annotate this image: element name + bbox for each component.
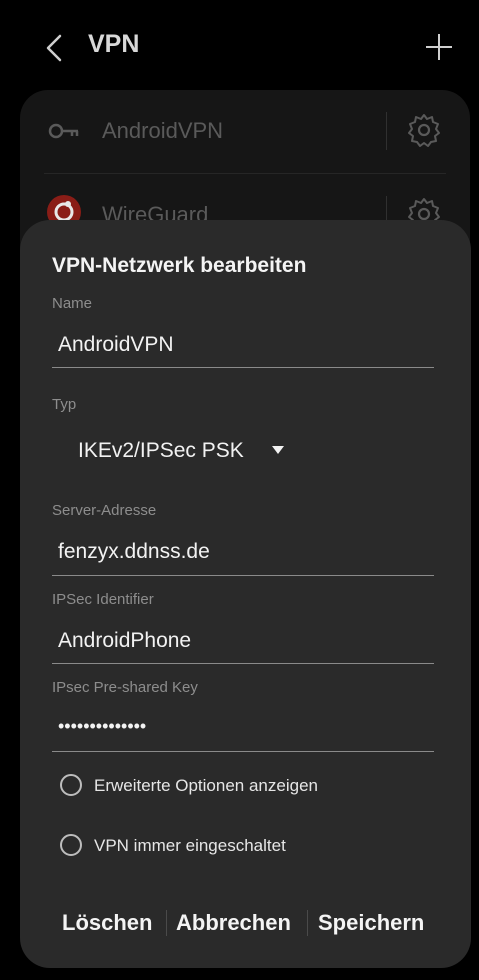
radio-button[interactable] — [60, 834, 82, 856]
type-select[interactable]: IKEv2/IPSec PSK — [78, 439, 244, 463]
server-label: Server-Adresse — [52, 502, 157, 519]
psk-underline — [52, 751, 434, 752]
dropdown-caret-icon[interactable] — [272, 446, 284, 454]
delete-button[interactable]: Löschen — [62, 910, 152, 936]
app-bar: VPN — [0, 0, 479, 100]
name-label: Name — [52, 295, 93, 312]
always-on-vpn-toggle[interactable]: VPN immer eingeschaltet — [60, 832, 420, 862]
dialog-title: VPN-Netzwerk bearbeiten — [52, 254, 307, 277]
back-arrow-icon[interactable] — [40, 30, 70, 66]
vpn-list-item[interactable]: AndroidVPN — [20, 90, 470, 172]
button-divider — [307, 910, 308, 936]
name-underline — [52, 367, 434, 368]
ipsec-identifier-label: IPSec Identifier — [52, 591, 154, 608]
type-label: Typ — [52, 396, 77, 413]
vpn-name: AndroidVPN — [102, 118, 224, 143]
cancel-button[interactable]: Abbrechen — [176, 910, 291, 936]
edit-vpn-dialog: VPN-Netzwerk bearbeiten Name AndroidVPN … — [20, 220, 471, 968]
server-address-field[interactable]: fenzyx.ddnss.de — [58, 540, 210, 564]
gear-icon[interactable] — [406, 112, 442, 148]
divider — [386, 112, 387, 150]
button-divider — [166, 910, 167, 936]
page-title: VPN — [88, 30, 140, 58]
ipsec-identifier-underline — [52, 663, 434, 664]
server-underline — [52, 575, 434, 576]
always-on-vpn-label: VPN immer eingeschaltet — [94, 836, 286, 855]
advanced-options-toggle[interactable]: Erweiterte Optionen anzeigen — [60, 772, 420, 802]
psk-password-field[interactable]: •••••••••••••• — [58, 716, 146, 737]
name-field[interactable]: AndroidVPN — [58, 333, 174, 357]
save-button[interactable]: Speichern — [318, 910, 424, 936]
radio-button[interactable] — [60, 774, 82, 796]
advanced-options-label: Erweiterte Optionen anzeigen — [94, 776, 318, 795]
key-icon — [48, 123, 79, 139]
ipsec-identifier-field[interactable]: AndroidPhone — [58, 629, 191, 653]
add-icon[interactable] — [424, 32, 454, 62]
psk-label: IPsec Pre-shared Key — [52, 679, 198, 696]
